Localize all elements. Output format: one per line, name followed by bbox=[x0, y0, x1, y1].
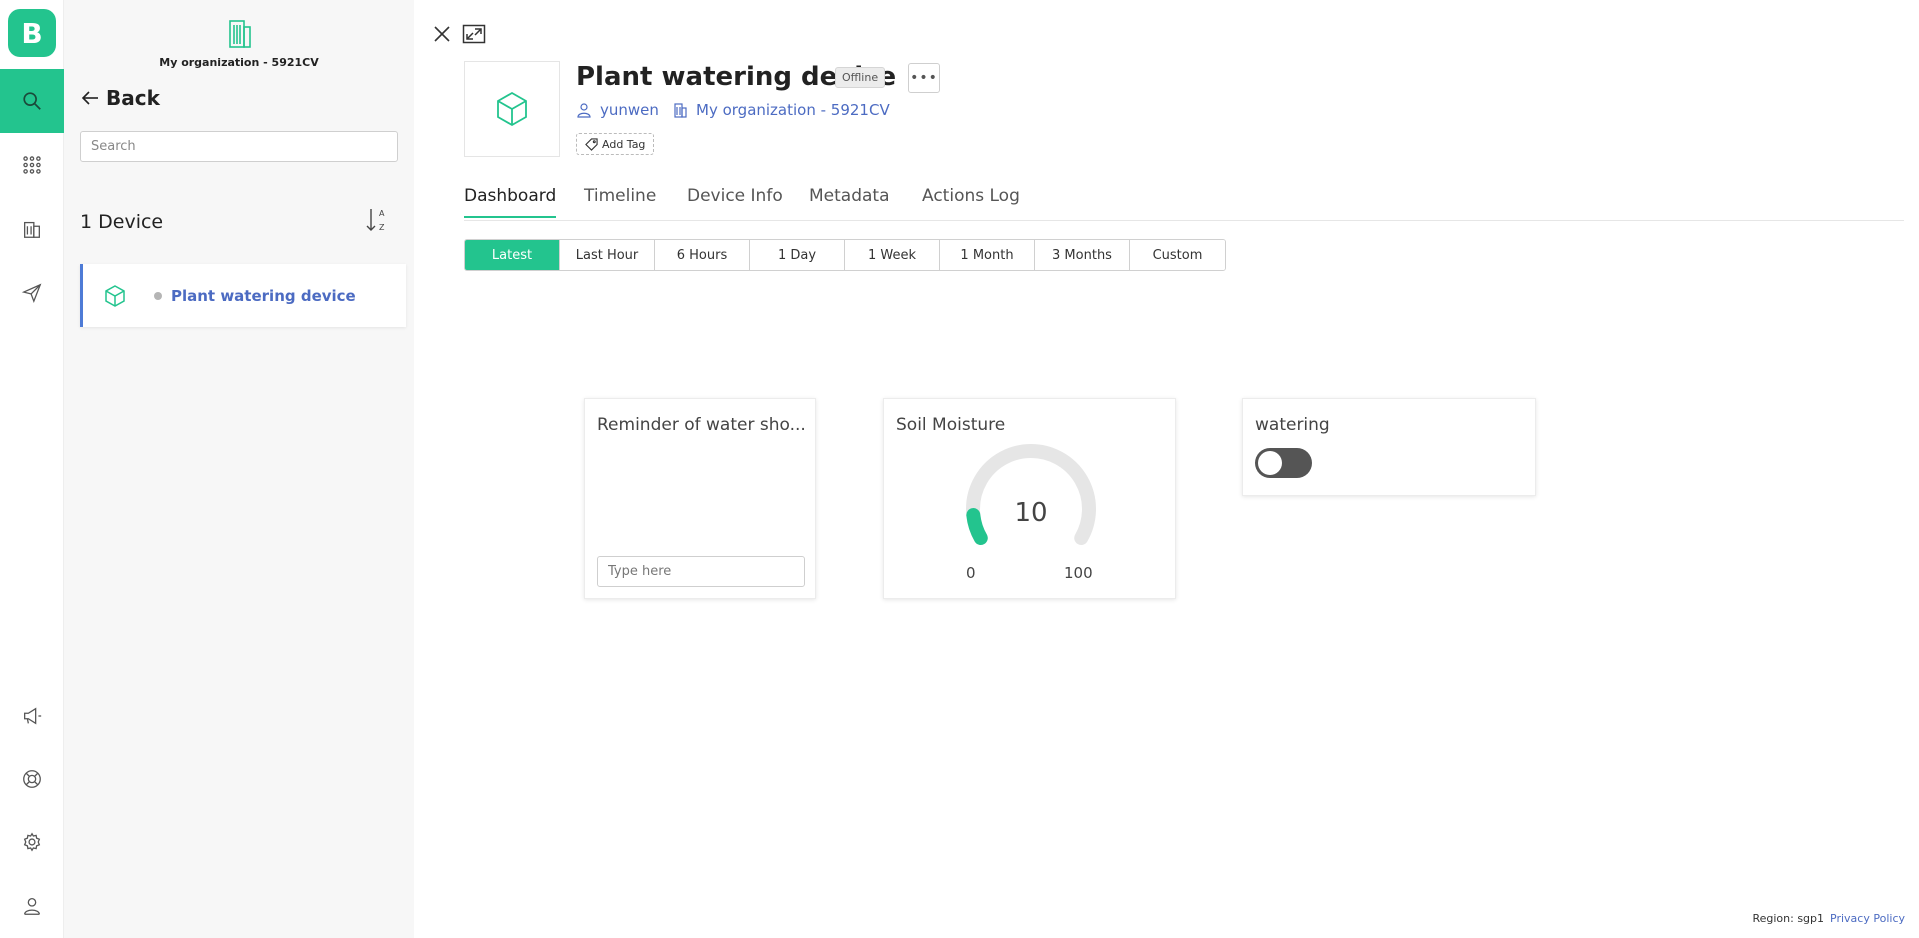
grid-icon bbox=[23, 156, 41, 174]
send-nav-button[interactable] bbox=[0, 261, 64, 325]
app-logo[interactable]: B bbox=[8, 9, 56, 57]
organization-header: My organization - 5921CV bbox=[64, 16, 414, 69]
search-nav-button[interactable] bbox=[0, 69, 64, 133]
organization-label: My organization - 5921CV bbox=[696, 101, 890, 119]
toggle-knob bbox=[1258, 451, 1282, 475]
status-dot bbox=[154, 291, 162, 300]
more-options-button[interactable]: ••• bbox=[908, 63, 940, 93]
cube-icon bbox=[105, 284, 125, 307]
paper-plane-icon bbox=[21, 283, 42, 304]
device-detail-panel: Plant watering device Offline ••• yunwen… bbox=[414, 0, 1919, 938]
gauge-min-label: 0 bbox=[966, 564, 976, 582]
range-6-hours[interactable]: 6 Hours bbox=[655, 240, 750, 270]
range-1-week[interactable]: 1 Week bbox=[845, 240, 940, 270]
watering-widget: watering bbox=[1242, 398, 1536, 496]
announcements-nav-button[interactable] bbox=[0, 684, 64, 748]
range-3-months[interactable]: 3 Months bbox=[1035, 240, 1130, 270]
gauge-value: 10 bbox=[1014, 498, 1047, 528]
range-1-day[interactable]: 1 Day bbox=[750, 240, 845, 270]
footer: Region: sgp1 Privacy Policy bbox=[1752, 912, 1905, 925]
close-icon[interactable] bbox=[432, 24, 452, 44]
device-thumbnail bbox=[464, 61, 560, 157]
settings-nav-button[interactable] bbox=[0, 810, 64, 874]
svg-text:Z: Z bbox=[379, 223, 385, 232]
back-button[interactable]: Back bbox=[80, 86, 160, 110]
reminder-text-input[interactable] bbox=[597, 556, 805, 587]
gear-icon bbox=[23, 832, 41, 852]
widget-title: Reminder of water sho... bbox=[597, 415, 806, 435]
range-1-month[interactable]: 1 Month bbox=[940, 240, 1035, 270]
owner-name: yunwen bbox=[600, 101, 659, 119]
add-tag-button[interactable]: Add Tag bbox=[576, 133, 655, 155]
region-label: Region: sgp1 bbox=[1752, 912, 1825, 925]
device-name: Plant watering device bbox=[171, 286, 356, 305]
organization-link[interactable]: My organization - 5921CV bbox=[672, 101, 890, 119]
search-icon bbox=[23, 92, 41, 110]
tag-icon bbox=[585, 137, 598, 151]
moisture-gauge: 10 bbox=[966, 444, 1096, 545]
device-count: 1 Device bbox=[80, 211, 164, 233]
gauge-fill bbox=[966, 508, 988, 545]
user-icon bbox=[577, 103, 591, 118]
tab-dashboard[interactable]: Dashboard bbox=[464, 186, 557, 218]
range-latest[interactable]: Latest bbox=[465, 240, 560, 270]
organization-nav-button[interactable] bbox=[0, 197, 64, 261]
building-icon bbox=[24, 221, 40, 238]
gauge-max-label: 100 bbox=[1064, 564, 1093, 582]
reminder-widget: Reminder of water sho... bbox=[584, 398, 816, 599]
profile-nav-button[interactable] bbox=[0, 874, 64, 938]
sort-az-button[interactable]: AZ bbox=[364, 206, 390, 238]
help-nav-button[interactable] bbox=[0, 747, 64, 811]
arrow-left-icon bbox=[81, 91, 98, 105]
back-label: Back bbox=[106, 86, 160, 110]
tab-actions-log[interactable]: Actions Log bbox=[922, 186, 1020, 216]
add-tag-label: Add Tag bbox=[602, 137, 646, 151]
tab-metadata[interactable]: Metadata bbox=[809, 186, 890, 216]
sort-az-icon: AZ bbox=[366, 209, 385, 232]
range-custom[interactable]: Custom bbox=[1130, 240, 1225, 270]
device-tabs: Dashboard Timeline Device Info Metadata … bbox=[464, 178, 1904, 221]
widget-title: Soil Moisture bbox=[896, 415, 1006, 435]
apps-nav-button[interactable] bbox=[0, 133, 64, 197]
soil-moisture-widget: Soil Moisture 10 0 100 bbox=[883, 398, 1176, 599]
watering-toggle-switch[interactable] bbox=[1255, 448, 1312, 478]
megaphone-icon bbox=[24, 707, 42, 725]
user-profile-icon bbox=[24, 898, 40, 915]
time-range-selector: Latest Last Hour 6 Hours 1 Day 1 Week 1 … bbox=[464, 239, 1226, 271]
status-badge: Offline bbox=[835, 67, 886, 88]
cube-icon bbox=[497, 91, 527, 127]
nav-rail: B bbox=[0, 0, 64, 938]
range-last-hour[interactable]: Last Hour bbox=[560, 240, 655, 270]
search-input[interactable] bbox=[80, 131, 398, 162]
owner-link[interactable]: yunwen bbox=[576, 101, 659, 119]
svg-text:A: A bbox=[379, 209, 385, 218]
widget-title: watering bbox=[1255, 415, 1330, 435]
privacy-policy-link[interactable]: Privacy Policy bbox=[1830, 912, 1905, 925]
lifebuoy-icon bbox=[23, 770, 41, 788]
tab-device-info[interactable]: Device Info bbox=[687, 186, 783, 216]
building-icon bbox=[674, 103, 687, 118]
organization-name: My organization - 5921CV bbox=[159, 56, 319, 69]
building-icon bbox=[229, 20, 251, 48]
device-list-item[interactable]: Plant watering device bbox=[80, 264, 406, 327]
tab-timeline[interactable]: Timeline bbox=[584, 186, 656, 216]
expand-icon[interactable] bbox=[462, 24, 486, 44]
device-sidebar: My organization - 5921CV Back 1 Device A… bbox=[64, 0, 414, 938]
